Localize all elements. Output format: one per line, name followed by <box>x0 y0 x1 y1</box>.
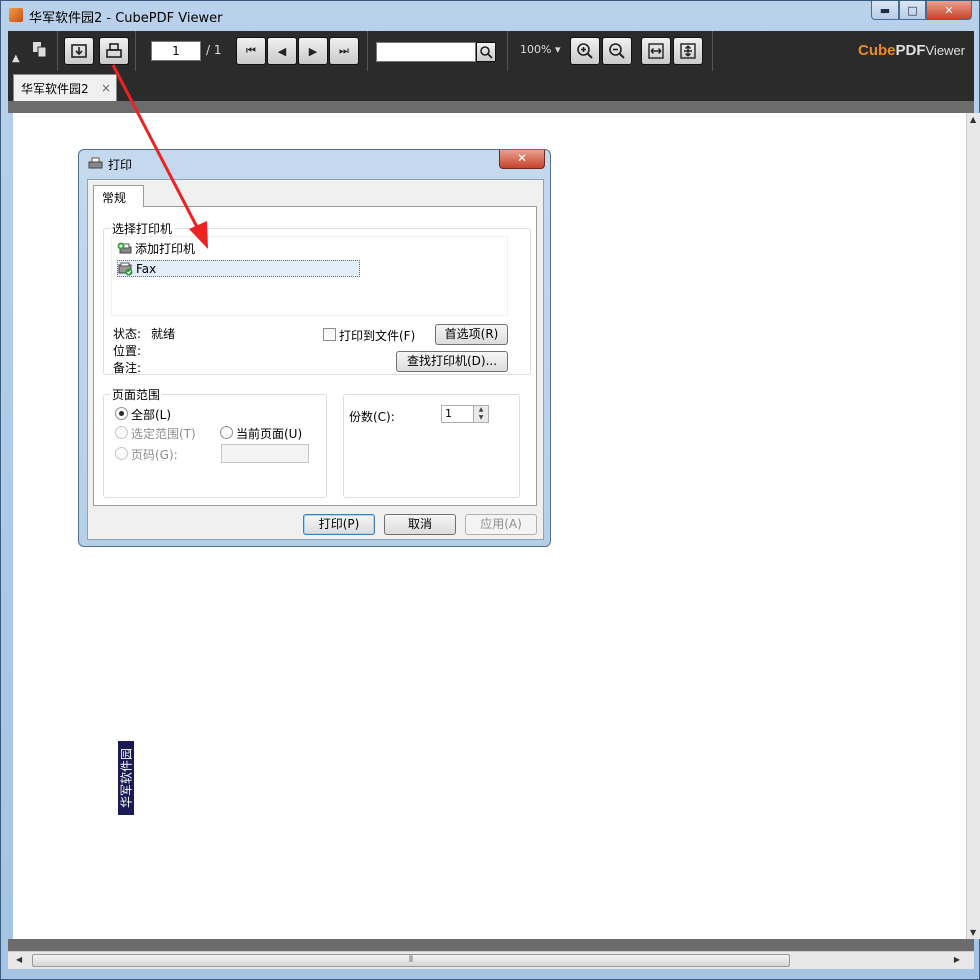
copies-spinner[interactable]: ▲ ▼ <box>473 406 488 422</box>
toolbar-group-navigation: 1 / 1 ⏮ ◀ ▶ ⏭ <box>136 31 368 71</box>
location-label: 位置: <box>113 344 142 358</box>
status-value: 就绪 <box>151 327 176 341</box>
pages-icon[interactable] <box>30 40 50 60</box>
list-item[interactable]: Fax <box>117 260 360 277</box>
preferences-button[interactable]: 首选项(R) <box>435 324 508 345</box>
print-to-file-label[interactable]: 打印到文件(F) <box>339 327 415 344</box>
vertical-scrollbar[interactable]: ▲ ▼ <box>966 113 980 939</box>
zoom-out-icon <box>609 43 625 59</box>
dialog-body: 常规 选择打印机 添加打印机 Fax 状态: 就绪 位置: 备注: 打印到文件(… <box>87 179 544 540</box>
close-button[interactable]: ✕ <box>926 1 972 20</box>
search-button[interactable] <box>476 42 496 62</box>
tab-general[interactable]: 常规 <box>93 185 144 207</box>
horizontal-scroll-thumb[interactable]: ⦀ <box>32 954 790 967</box>
main-toolbar: ▲ 1 / 1 ⏮ ◀ ▶ ⏭ 100% ▾ CubePDFViewer <box>8 31 974 71</box>
next-page-button[interactable]: ▶ <box>298 37 328 65</box>
cancel-button[interactable]: 取消 <box>384 514 456 535</box>
page-range-legend: 页面范围 <box>110 386 163 403</box>
page-range-input <box>221 444 309 463</box>
document-tab-label: 华军软件园2 <box>21 82 89 96</box>
open-file-icon <box>71 44 87 58</box>
range-all-label[interactable]: 全部(L) <box>131 406 171 423</box>
spin-up-icon[interactable]: ▲ <box>474 406 488 414</box>
scroll-left-icon[interactable]: ◀ <box>16 955 22 964</box>
tab-close-icon[interactable]: × <box>101 81 111 95</box>
apply-button: 应用(A) <box>465 514 537 535</box>
scroll-down-icon[interactable]: ▼ <box>970 928 976 937</box>
toolbar-group-menu: ▲ <box>8 31 58 71</box>
toolbar-group-search <box>368 31 508 71</box>
search-input[interactable] <box>376 42 476 62</box>
spin-down-icon[interactable]: ▼ <box>474 414 488 422</box>
previous-page-button[interactable]: ◀ <box>267 37 297 65</box>
scroll-up-icon[interactable]: ▲ <box>970 115 976 124</box>
range-selection-label: 选定范围(T) <box>131 427 196 441</box>
document-bottom-border <box>8 939 974 951</box>
fit-page-icon <box>680 43 696 59</box>
scroll-right-icon[interactable]: ▶ <box>954 955 960 964</box>
dialog-title: 打印 <box>108 158 133 172</box>
horizontal-scrollbar[interactable]: ◀ ⦀ ▶ <box>8 951 974 969</box>
zoom-in-icon <box>577 43 593 59</box>
range-all-radio[interactable] <box>115 407 128 420</box>
fit-page-button[interactable] <box>673 37 703 65</box>
page-number-input[interactable]: 1 <box>151 41 201 61</box>
app-window: 华军软件园2 - CubePDF Viewer ▬ □ ✕ ▲ 1 / 1 ⏮ … <box>0 0 980 980</box>
printer-name: 添加打印机 <box>135 242 196 256</box>
copies-value: 1 <box>445 407 452 420</box>
toolbar-group-zoom: 100% ▾ <box>508 31 713 71</box>
search-icon <box>480 46 493 59</box>
print-dialog: 打印 ✕ 常规 选择打印机 添加打印机 Fax 状态: 就绪 位置: 备注: 打… <box>78 149 551 547</box>
print-button[interactable] <box>99 37 129 65</box>
page-total-label: / 1 <box>206 43 222 57</box>
list-item[interactable]: 添加打印机 <box>117 241 195 258</box>
copies-label: 份数(C): <box>349 410 395 424</box>
first-page-icon: ⏮ <box>246 44 256 57</box>
title-bar: 华军软件园2 - CubePDF Viewer ▬ □ ✕ <box>1 1 979 29</box>
range-current-radio[interactable] <box>220 426 233 439</box>
open-button[interactable] <box>64 37 94 65</box>
fit-width-button[interactable] <box>641 37 671 65</box>
printer-name: Fax <box>136 262 157 276</box>
window-title: 华军软件园2 - CubePDF Viewer <box>29 11 223 26</box>
fax-printer-icon <box>118 262 133 276</box>
printer-icon <box>106 43 122 58</box>
maximize-button[interactable]: □ <box>899 1 926 20</box>
zoom-out-button[interactable] <box>602 37 632 65</box>
first-page-button[interactable]: ⏮ <box>236 37 266 65</box>
range-current-label[interactable]: 当前页面(U) <box>236 425 302 442</box>
last-page-icon: ⏭ <box>339 44 349 57</box>
printer-list[interactable]: 添加打印机 Fax <box>111 236 508 316</box>
comment-label: 备注: <box>113 361 142 375</box>
document-tab[interactable]: 华军软件园2 × <box>13 74 117 101</box>
range-selection-radio <box>115 426 128 439</box>
print-to-file-checkbox[interactable] <box>323 328 336 341</box>
status-label: 状态: <box>113 327 142 341</box>
brand-logo: CubePDFViewer <box>858 42 966 59</box>
next-page-icon: ▶ <box>308 44 318 58</box>
document-tab-strip: 华军软件园2 × <box>8 71 974 101</box>
document-top-border <box>8 101 974 113</box>
app-logo-icon <box>9 8 23 22</box>
range-pages-radio <box>115 447 128 460</box>
select-printer-legend: 选择打印机 <box>110 220 175 237</box>
document-stamp-text: 华军软件园 <box>118 741 134 815</box>
zoom-level-dropdown[interactable]: 100% ▾ <box>520 43 560 56</box>
last-page-button[interactable]: ⏭ <box>329 37 359 65</box>
previous-page-icon: ◀ <box>277 44 287 58</box>
range-pages-label: 页码(G): <box>131 448 178 462</box>
minimize-button[interactable]: ▬ <box>871 1 899 20</box>
find-printer-button[interactable]: 查找打印机(D)... <box>396 351 508 372</box>
print-dialog-button[interactable]: 打印(P) <box>303 514 375 535</box>
fit-width-icon <box>648 43 664 59</box>
add-printer-icon <box>117 242 132 254</box>
printer-icon <box>88 157 103 169</box>
menu-toggle-icon[interactable]: ▲ <box>12 53 20 64</box>
dialog-close-button[interactable]: ✕ <box>499 150 545 169</box>
general-panel: 选择打印机 添加打印机 Fax 状态: 就绪 位置: 备注: 打印到文件(F) … <box>93 206 537 506</box>
toolbar-group-file <box>58 31 136 71</box>
zoom-in-button[interactable] <box>570 37 600 65</box>
